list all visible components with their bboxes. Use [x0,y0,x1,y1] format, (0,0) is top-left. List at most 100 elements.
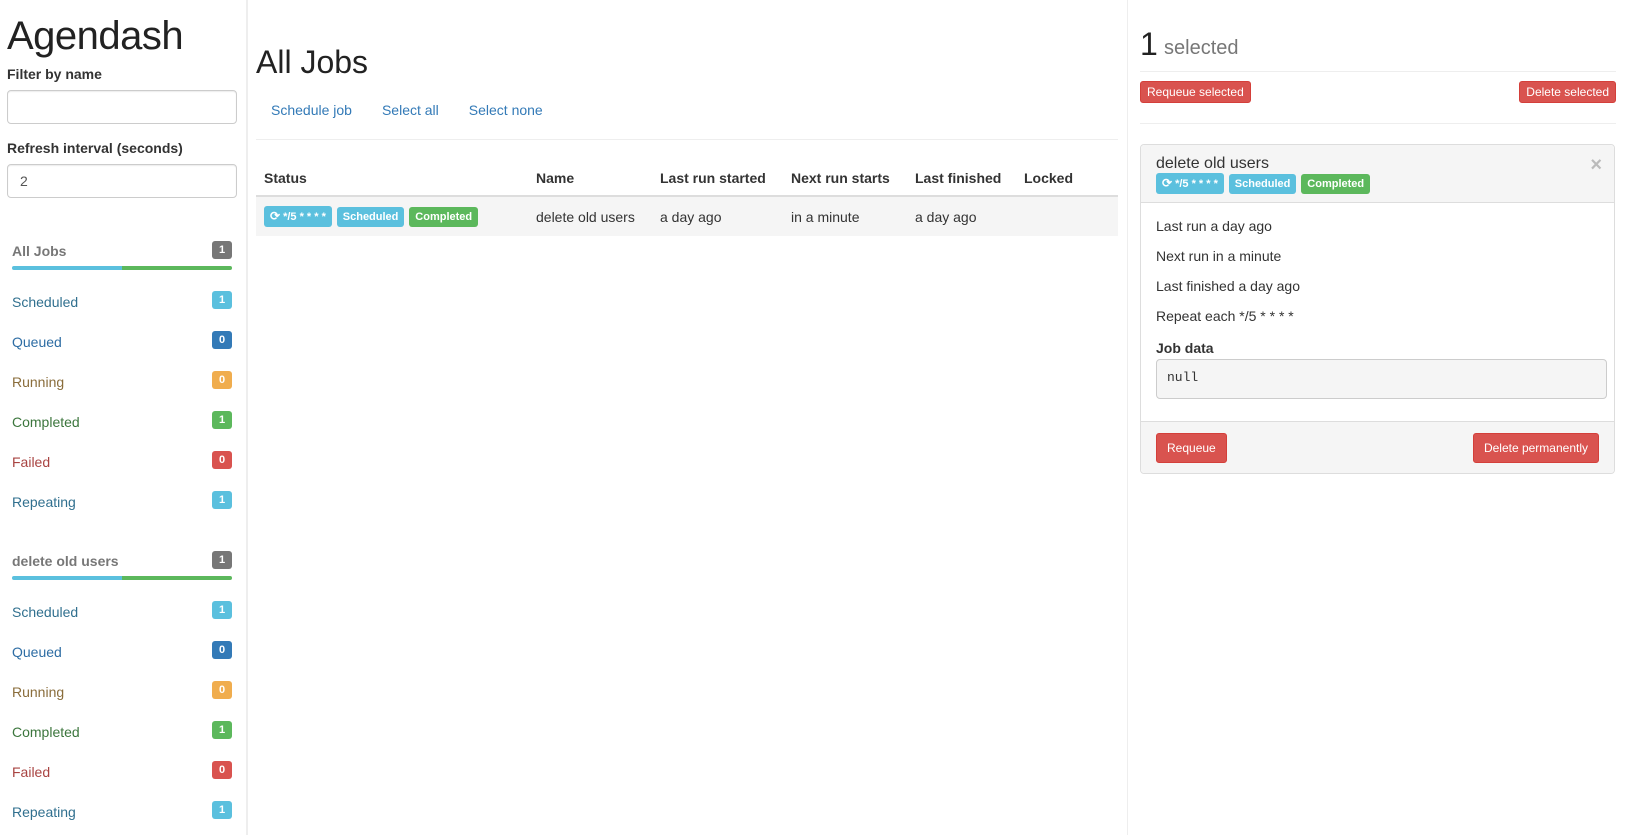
progress-completed [122,576,232,580]
status-queued[interactable]: Queued 0 [12,641,232,663]
name-cell: delete old users [528,195,652,236]
status-label: Scheduled [12,604,79,620]
refresh-icon: ⟳ [270,209,281,223]
status-count-badge: 1 [212,491,232,509]
divider [1140,123,1616,124]
last-run-text: Last run a day ago [1156,218,1272,234]
repeat-each-text: Repeat each */5 * * * * [1156,308,1294,324]
status-label: Repeating [12,494,76,510]
job-detail-footer: Requeue Delete permanently [1141,421,1614,473]
scheduled-badge: Scheduled [1228,173,1297,194]
status-repeating[interactable]: Repeating 1 [12,491,232,513]
status-failed[interactable]: Failed 0 [12,761,232,783]
requeue-selected-button[interactable]: Requeue selected [1140,81,1251,103]
progress-completed [122,266,232,270]
job-detail-title: delete old users [1156,155,1269,172]
status-label: Queued [12,644,62,660]
page-title: All Jobs [256,44,369,80]
status-count-badge: 1 [212,801,232,819]
col-locked: Locked [1016,164,1118,197]
status-queued[interactable]: Queued 0 [12,331,232,353]
repeat-badge: ⟳ */5 * * * * [264,206,332,227]
job-data-code: null [1156,359,1607,399]
status-count-badge: 0 [212,451,232,469]
repeat-text: */5 * * * * [1175,178,1218,190]
divider [1140,71,1616,72]
status-count-badge: 0 [212,761,232,779]
status-cell: ⟳ */5 * * * * Scheduled Completed [256,195,528,236]
group-progress-bar [12,266,232,270]
delete-permanently-button[interactable]: Delete permanently [1472,433,1599,463]
col-next-run-starts: Next run starts [783,164,907,197]
job-detail-panel: delete old users ⟳ */5 * * * * Scheduled … [1140,144,1615,474]
schedule-job-link[interactable]: Schedule job [256,100,367,120]
status-count-badge: 1 [212,721,232,739]
job-data-label: Job data [1156,340,1214,356]
status-running[interactable]: Running 0 [12,371,232,393]
status-label: Running [12,374,65,390]
col-last-finished: Last finished [907,164,1016,197]
repeat-badge: ⟳ */5 * * * * [1156,173,1224,194]
status-failed[interactable]: Failed 0 [12,451,232,473]
status-scheduled[interactable]: Scheduled 1 [12,601,232,623]
selected-label: selected [1164,37,1239,59]
close-icon[interactable]: × [1590,155,1602,175]
status-running[interactable]: Running 0 [12,681,232,703]
last-finished-text: Last finished a day ago [1156,278,1300,294]
filter-input[interactable] [7,90,237,124]
status-label: Failed [12,764,51,780]
status-label: Completed [12,414,80,430]
group-title: All Jobs [12,243,67,259]
repeat-text: */5 * * * * [283,211,326,223]
table-row[interactable]: ⟳ */5 * * * * Scheduled Completed delete … [256,195,1118,236]
scheduled-badge: Scheduled [336,206,405,227]
status-count-badge: 0 [212,681,232,699]
status-completed[interactable]: Completed 1 [12,721,232,743]
delete-selected-button[interactable]: Delete selected [1519,81,1616,103]
status-count-badge: 0 [212,641,232,659]
last-run-started-cell: a day ago [652,195,783,236]
status-scheduled[interactable]: Scheduled 1 [12,291,232,313]
completed-badge: Completed [409,206,479,227]
job-actions: Schedule job Select all Select none [256,100,558,120]
refresh-input[interactable] [7,164,237,198]
progress-scheduled [12,576,122,580]
brand-title: Agendash [7,14,184,58]
selection-panel: 1 selected Requeue selected Delete selec… [1128,0,1627,835]
status-count-badge: 0 [212,371,232,389]
col-name: Name [528,164,652,197]
requeue-button[interactable]: Requeue [1156,433,1227,463]
main-content: All Jobs Schedule job Select all Select … [248,0,1128,835]
job-detail-badges: ⟳ */5 * * * * Scheduled Completed [1156,173,1371,194]
status-repeating[interactable]: Repeating 1 [12,801,232,823]
status-count-badge: 0 [212,331,232,349]
group-all-jobs[interactable]: All Jobs 1 [12,241,232,263]
select-none-link[interactable]: Select none [454,100,558,120]
status-completed[interactable]: Completed 1 [12,411,232,433]
status-label: Failed [12,454,51,470]
completed-badge: Completed [1301,173,1371,194]
status-label: Repeating [12,804,76,820]
col-last-run-started: Last run started [652,164,783,197]
group-progress-bar [12,576,232,580]
locked-cell [1016,195,1118,236]
job-detail-header: delete old users ⟳ */5 * * * * Scheduled … [1141,145,1614,203]
progress-scheduled [12,266,122,270]
refresh-icon: ⟳ [1162,176,1173,190]
next-run-starts-cell: in a minute [783,195,907,236]
status-count-badge: 1 [212,411,232,429]
table-header-row: Status Name Last run started Next run st… [256,164,1118,197]
sidebar: Agendash Filter by name Refresh interval… [0,0,248,835]
status-label: Completed [12,724,80,740]
jobs-table: Status Name Last run started Next run st… [256,164,1118,236]
divider [256,139,1118,140]
status-label: Running [12,684,65,700]
last-finished-cell: a day ago [907,195,1016,236]
group-count-badge: 1 [212,551,232,569]
group-title: delete old users [12,553,119,569]
group-count-badge: 1 [212,241,232,259]
select-all-link[interactable]: Select all [367,100,454,120]
filter-label: Filter by name [7,66,102,82]
status-count-badge: 1 [212,291,232,309]
group-delete-old-users[interactable]: delete old users 1 [12,551,232,573]
